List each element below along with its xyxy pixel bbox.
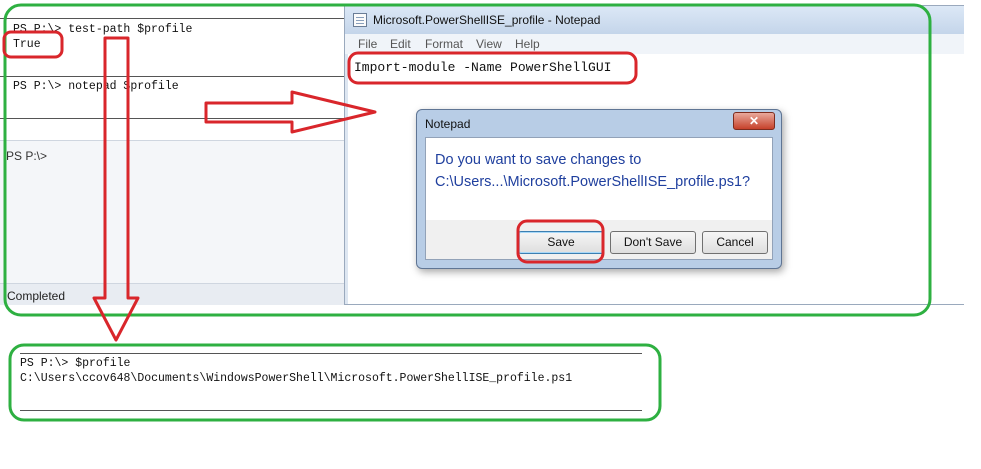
save-changes-dialog: Notepad ✕ Do you want to save changes to… [416,109,782,269]
console-prompt: PS P:\> [6,149,48,163]
cancel-button[interactable]: Cancel [702,231,768,254]
close-icon[interactable]: ✕ [733,112,775,130]
notepad-menubar: File Edit Format View Help [345,34,964,54]
notepad-titlebar[interactable]: Microsoft.PowerShellISE_profile - Notepa… [345,6,964,34]
menu-edit[interactable]: Edit [390,37,411,51]
dialog-message-area: Do you want to save changes to C:\Users.… [426,138,772,220]
script-pane-border-top [0,18,344,19]
editor-content: Import-module -Name PowerShellGUI [354,60,612,75]
profile-output-panel: PS P:\> $profile C:\Users\ccov648\Docume… [8,343,662,421]
powershell-ise-pane: PS P:\> test-path $profile True PS P:\> … [0,0,344,305]
menu-view[interactable]: View [476,37,502,51]
profile-output-border-top [20,353,642,354]
dialog-title: Notepad [425,117,471,131]
menu-format[interactable]: Format [425,37,463,51]
menu-help[interactable]: Help [515,37,540,51]
ise-console-pane[interactable]: PS P:\> [0,140,344,283]
ise-status-bar: Completed [0,283,344,305]
dialog-message-line2: C:\Users...\Microsoft.PowerShellISE_prof… [435,174,751,190]
dont-save-button[interactable]: Don't Save [610,231,696,254]
dialog-body: Do you want to save changes to C:\Users.… [425,137,773,260]
notepad-app-icon [353,13,367,27]
script-pane-border-bottom [0,118,344,119]
dialog-message-line1: Do you want to save changes to [435,152,642,168]
ise-command-test-path: PS P:\> test-path $profile [13,23,193,36]
notepad-title: Microsoft.PowerShellISE_profile - Notepa… [373,13,601,27]
script-pane-divider [0,76,344,77]
profile-command: PS P:\> $profile [20,357,131,370]
save-button[interactable]: Save [518,231,604,254]
ise-output-true: True [13,38,41,51]
ise-command-notepad: PS P:\> notepad $profile [13,80,179,93]
profile-path: C:\Users\ccov648\Documents\WindowsPowerS… [20,372,573,385]
profile-output-border-bottom [20,410,642,411]
menu-file[interactable]: File [358,37,377,51]
